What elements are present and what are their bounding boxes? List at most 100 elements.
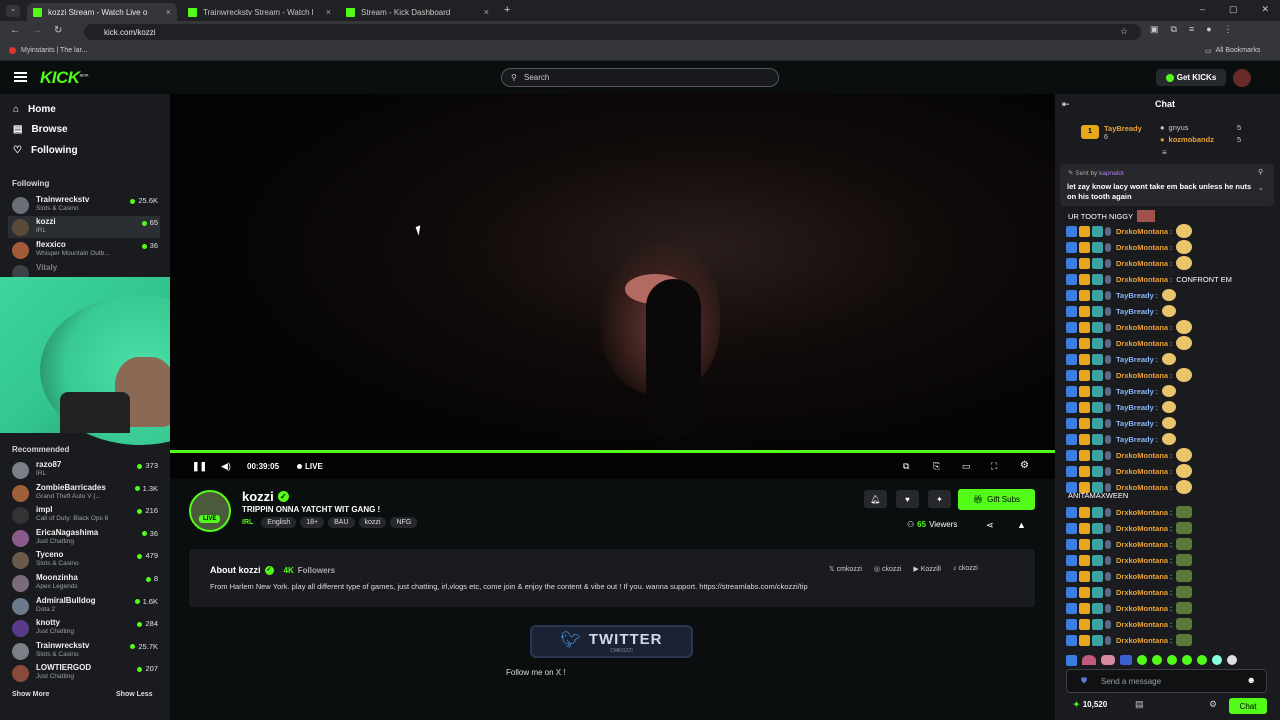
get-kicks-button[interactable]: Get KICKs: [1156, 69, 1226, 86]
chat-message[interactable]: DrxkoMontana:: [1066, 601, 1193, 615]
chat-message-input[interactable]: ⛊ Send a message ☻: [1066, 669, 1267, 693]
chat-message[interactable]: DrxkoMontana:: [1066, 537, 1193, 551]
emote-icon[interactable]: [1137, 655, 1147, 665]
puzzle-icon[interactable]: ⧉: [1171, 24, 1177, 35]
chat-message[interactable]: TayBready:: [1066, 288, 1176, 302]
emote-icon[interactable]: [1152, 655, 1162, 665]
chat-message[interactable]: DrxkoMontana:: [1066, 569, 1193, 583]
recommended-channel[interactable]: Moonzinha Apex Legends 8: [12, 572, 160, 594]
recommended-channel[interactable]: EricaNagashima Just Chatting 36: [12, 527, 160, 549]
twitter-panel[interactable]: 🐦︎ TWITTER CMKOZZI: [530, 625, 693, 658]
streamer-avatar[interactable]: [189, 490, 231, 532]
chat-message[interactable]: TayBready:: [1066, 352, 1176, 366]
sidebar-item-browse[interactable]: ▤ Browse: [13, 124, 68, 135]
media-icon[interactable]: ≡: [1189, 24, 1194, 35]
recommended-channel[interactable]: Tyceno Slots & Casino 479: [12, 549, 160, 571]
emote-icon[interactable]: [1167, 655, 1177, 665]
chat-username[interactable]: DrxkoMontana: [1116, 524, 1168, 533]
chat-message[interactable]: DrxkoMontana:: [1066, 448, 1193, 462]
social-tiktok[interactable]: ♪ ckozzi: [953, 565, 978, 573]
settings-gear-icon[interactable]: ⚙: [1020, 460, 1029, 471]
chat-username[interactable]: TayBready: [1116, 419, 1154, 428]
chat-message[interactable]: TayBready:: [1066, 416, 1176, 430]
all-bookmarks[interactable]: ▭ All Bookmarks: [1205, 47, 1260, 55]
chat-username[interactable]: DrxkoMontana: [1116, 636, 1168, 645]
chat-username[interactable]: TayBready: [1116, 291, 1154, 300]
browser-tab-2[interactable]: Trainwreckstv Stream - Watch l ×: [182, 3, 337, 21]
kick-logo[interactable]: KICKBETA: [40, 68, 89, 88]
chat-settings-gear-icon[interactable]: ⚙: [1209, 699, 1217, 710]
maximize-icon[interactable]: ▢: [1229, 4, 1238, 15]
tab-list-icon[interactable]: ⌄: [6, 5, 20, 17]
emote-icon[interactable]: [1197, 655, 1207, 665]
points-display[interactable]: ✦ 10,520: [1073, 700, 1107, 709]
chat-username[interactable]: TayBready: [1116, 435, 1154, 444]
chat-message[interactable]: DrxkoMontana: CONFRONT EM: [1066, 272, 1232, 286]
chat-username[interactable]: TayBready: [1116, 387, 1154, 396]
chat-username[interactable]: DrxkoMontana: [1116, 323, 1168, 332]
follow-button[interactable]: ♥: [896, 490, 919, 508]
bookmark-item[interactable]: Myinstants | The lar...: [9, 47, 87, 54]
pause-icon[interactable]: ❚❚: [192, 461, 207, 472]
close-tab-icon[interactable]: ×: [484, 7, 489, 17]
chat-username[interactable]: TayBready: [1116, 307, 1154, 316]
browser-tab-3[interactable]: Stream - Kick Dashboard ×: [340, 3, 495, 21]
recommended-channel[interactable]: razo87 IRL 373: [12, 459, 160, 481]
recommended-channel[interactable]: ZombieBarricades Grand Theft Auto V (... 1…: [12, 482, 160, 504]
chat-username[interactable]: DrxkoMontana: [1116, 508, 1168, 517]
chat-username[interactable]: TayBready: [1116, 403, 1154, 412]
social-instagram[interactable]: ◎ ckozzi: [874, 565, 902, 573]
unpin-icon[interactable]: ⚲: [1258, 168, 1263, 176]
chat-message[interactable]: DrxkoMontana:: [1066, 464, 1193, 478]
url-input[interactable]: kick.com/kozzi: [84, 24, 1141, 40]
show-less-button[interactable]: Show Less: [116, 691, 153, 698]
chat-username[interactable]: DrxkoMontana: [1116, 243, 1168, 252]
chat-message[interactable]: TayBready:: [1066, 432, 1176, 446]
menu-dots-icon[interactable]: ⋮: [1224, 24, 1233, 35]
forward-icon[interactable]: →: [32, 25, 42, 36]
new-tab-icon[interactable]: +: [504, 4, 510, 16]
social-youtube[interactable]: ▶ Kozzill: [913, 565, 941, 573]
recommended-channel[interactable]: LOWTIERGOD Just Chatting 207: [12, 662, 160, 684]
browser-tab-1[interactable]: kozzi Stream - Watch Live o ×: [27, 3, 177, 21]
recommended-channel[interactable]: knotty Just Chatting 284: [12, 617, 160, 639]
calendar-icon[interactable]: ▤: [1135, 699, 1144, 710]
chat-message[interactable]: DrxkoMontana:: [1066, 633, 1193, 647]
expand-leaderboard-icon[interactable]: ≡: [1162, 148, 1167, 157]
clip-icon[interactable]: ⎘: [933, 461, 940, 472]
chat-username[interactable]: DrxkoMontana: [1116, 467, 1168, 476]
share-icon[interactable]: ⋖: [986, 520, 994, 531]
chat-username[interactable]: DrxkoMontana: [1116, 371, 1168, 380]
chat-username[interactable]: DrxkoMontana: [1116, 556, 1168, 565]
tag-pill[interactable]: BAU: [328, 517, 355, 528]
chat-username[interactable]: TayBready: [1116, 355, 1154, 364]
chat-username[interactable]: DrxkoMontana: [1116, 227, 1168, 236]
chat-username[interactable]: DrxkoMontana: [1116, 451, 1168, 460]
emote-icon[interactable]: [1182, 655, 1192, 665]
reload-icon[interactable]: ↻: [54, 25, 62, 36]
bookmark-star-icon[interactable]: ☆: [1120, 26, 1128, 37]
fullscreen-icon[interactable]: ⛶: [991, 461, 997, 472]
emote-icon[interactable]: [1066, 654, 1077, 666]
chat-username[interactable]: DrxkoMontana: [1116, 339, 1168, 348]
chat-username[interactable]: DrxkoMontana: [1116, 572, 1168, 581]
sidebar-item-following[interactable]: ♡ Following: [13, 145, 78, 156]
notification-bell-button[interactable]: 🔔︎: [864, 490, 887, 508]
volume-icon[interactable]: ◀): [221, 461, 231, 472]
tag-pill[interactable]: English: [261, 517, 297, 528]
leaderboard-entry[interactable]: ● gnyus: [1160, 123, 1189, 132]
chat-username[interactable]: DrxkoMontana: [1116, 604, 1168, 613]
back-icon[interactable]: ←: [10, 25, 20, 36]
chat-message[interactable]: DrxkoMontana:: [1066, 617, 1193, 631]
chat-message[interactable]: DrxkoMontana:: [1066, 521, 1193, 535]
chat-message[interactable]: DrxkoMontana:: [1066, 240, 1193, 254]
recommended-channel[interactable]: Trainwreckstv Slots & Casino 25.7K: [12, 640, 160, 662]
pip-icon[interactable]: ⧉: [903, 461, 909, 472]
minimize-icon[interactable]: –: [1200, 4, 1205, 15]
chat-message[interactable]: DrxkoMontana:: [1066, 336, 1193, 350]
profile-icon[interactable]: ●: [1206, 24, 1211, 35]
emote-icon[interactable]: [1212, 655, 1222, 665]
leaderboard-entry[interactable]: ● kozmobandz: [1160, 135, 1214, 144]
emote-icon[interactable]: [1101, 655, 1115, 665]
leaderboard-user[interactable]: TayBready: [1104, 124, 1142, 133]
